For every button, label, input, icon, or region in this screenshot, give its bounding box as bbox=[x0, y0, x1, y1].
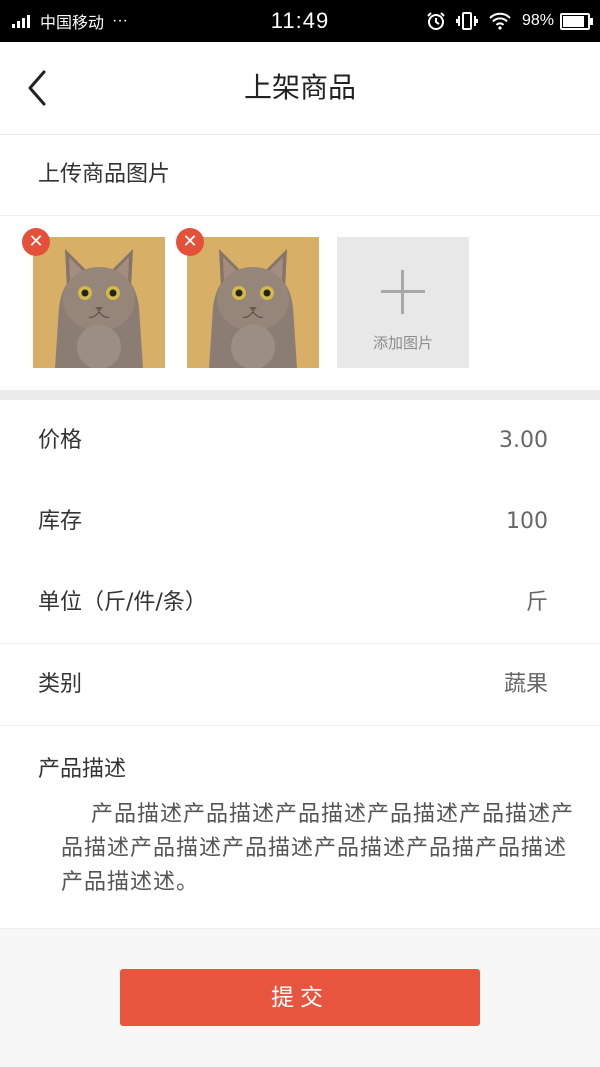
stock-label: 库存 bbox=[38, 509, 83, 534]
delete-image-2-button[interactable]: ✕ bbox=[176, 228, 204, 256]
page-title: 上架商品 bbox=[243, 71, 356, 104]
upload-label: 上传商品图片 bbox=[38, 162, 171, 187]
price-label: 价格 bbox=[38, 428, 83, 453]
upload-section-header: 上传商品图片 bbox=[0, 135, 600, 216]
nav-header: 上架商品 bbox=[0, 42, 600, 135]
unit-value[interactable]: 斤 bbox=[526, 562, 548, 643]
product-image-1[interactable] bbox=[33, 237, 165, 368]
stock-row[interactable]: 库存 100 bbox=[0, 481, 600, 563]
delete-image-1-button[interactable]: ✕ bbox=[22, 228, 50, 256]
close-icon: ✕ bbox=[182, 231, 198, 252]
unit-row[interactable]: 单位（斤/件/条） 斤 bbox=[0, 562, 600, 644]
add-image-label: 添加图片 bbox=[372, 334, 433, 352]
submit-button[interactable]: 提交 bbox=[120, 969, 480, 1026]
product-image-2[interactable] bbox=[187, 237, 319, 368]
battery-icon bbox=[560, 12, 593, 30]
category-value[interactable]: 蔬果 bbox=[504, 644, 548, 725]
add-image-button[interactable]: 添加图片 bbox=[337, 237, 469, 368]
category-row[interactable]: 类别 蔬果 bbox=[0, 644, 600, 726]
status-bar: 中国移动 ··· 11:49 98% bbox=[0, 0, 600, 42]
description-text[interactable]: 产品描述产品描述产品描述产品描述产品描述产品描述产品描述产品描述产品描述产品描产… bbox=[61, 798, 575, 900]
image-gallery: ✕ ✕ 添加图片 bbox=[0, 216, 600, 390]
unit-label: 单位（斤/件/条） bbox=[38, 590, 207, 615]
section-divider bbox=[0, 390, 600, 400]
battery-percent: 98% bbox=[521, 12, 554, 29]
price-value[interactable]: 3.00 bbox=[499, 400, 548, 481]
description-label: 产品描述 bbox=[38, 757, 127, 782]
stock-value[interactable]: 100 bbox=[506, 481, 548, 562]
status-right: 98% bbox=[416, 0, 593, 42]
cat-photo-icon bbox=[33, 237, 165, 368]
vibrate-icon bbox=[455, 12, 478, 30]
price-row[interactable]: 价格 3.00 bbox=[0, 400, 600, 482]
description-section: 产品描述 产品描述产品描述产品描述产品描述产品描述产品描述产品描述产品描述产品描… bbox=[0, 726, 600, 929]
alarm-icon bbox=[426, 11, 446, 31]
cat-photo-icon bbox=[187, 237, 319, 368]
category-label: 类别 bbox=[38, 672, 83, 697]
close-icon: ✕ bbox=[28, 231, 44, 252]
wifi-icon bbox=[488, 12, 512, 30]
